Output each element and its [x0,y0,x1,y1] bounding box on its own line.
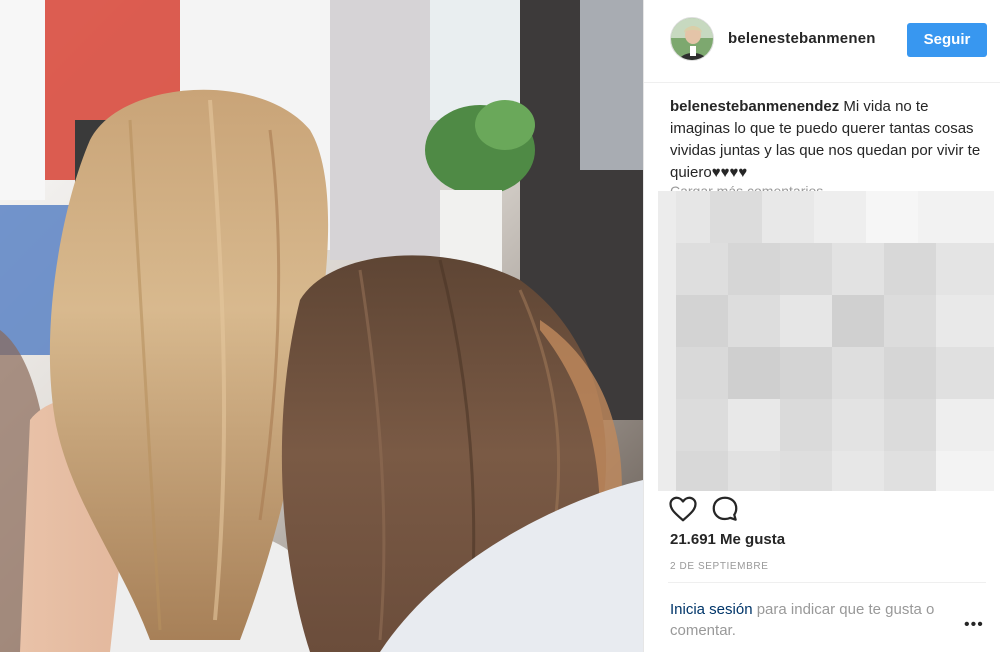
pixelated-comments [658,191,994,491]
follow-button[interactable]: Seguir [907,23,987,57]
photo-image [0,0,643,652]
login-link[interactable]: Inicia sesión [670,601,753,618]
more-options-icon[interactable]: ••• [964,616,984,634]
heart-icon[interactable] [668,494,698,524]
login-prompt: Inicia sesión para indicar que te gusta … [670,599,970,641]
username[interactable]: belenestebanmenen [728,30,876,47]
avatar[interactable] [670,17,714,61]
caption: belenestebanmenendez Mi vida no te imagi… [670,96,988,184]
avatar-image [671,18,713,60]
post-date: 2 DE SEPTIEMBRE [670,561,769,572]
post-header: belenestebanmenen Seguir [644,0,1000,83]
caption-username[interactable]: belenestebanmenendez [670,98,839,115]
post-side-panel: belenestebanmenen Seguir belenestebanmen… [643,0,1000,652]
likes-count[interactable]: 21.691 Me gusta [670,531,785,548]
divider [668,582,986,583]
comment-icon[interactable] [710,494,740,524]
post-photo[interactable] [0,0,643,652]
